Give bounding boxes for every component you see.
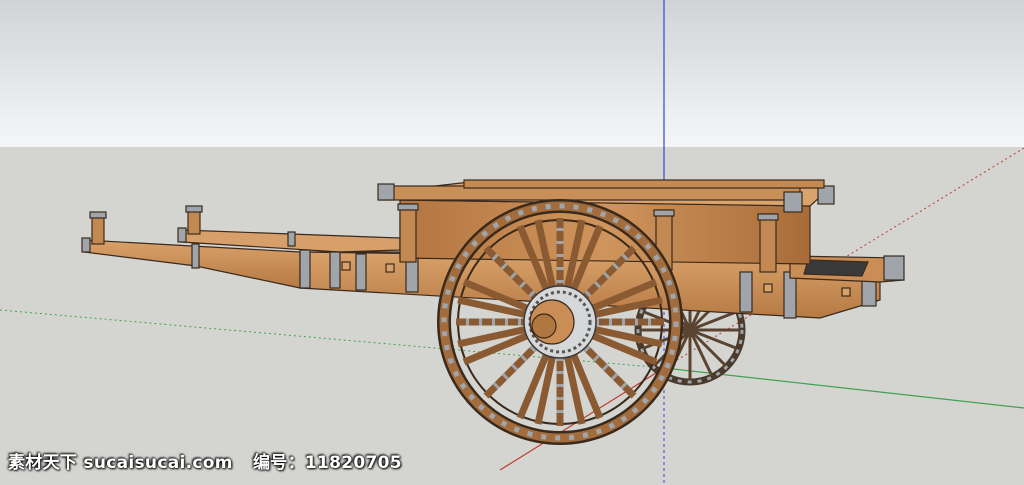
sketchup-viewport[interactable]: 素材天下 sucaisucai.com 编号：11820705 [0, 0, 1024, 485]
model-canvas[interactable] [0, 0, 1024, 485]
watermark: 素材天下 sucaisucai.com 编号：11820705 [8, 448, 402, 473]
front-wheel [437, 199, 683, 445]
watermark-site: 素材天下 sucaisucai.com [8, 453, 233, 473]
cargo-bed [377, 179, 835, 273]
sky [0, 0, 1024, 147]
watermark-id: 编号：11820705 [252, 453, 402, 473]
